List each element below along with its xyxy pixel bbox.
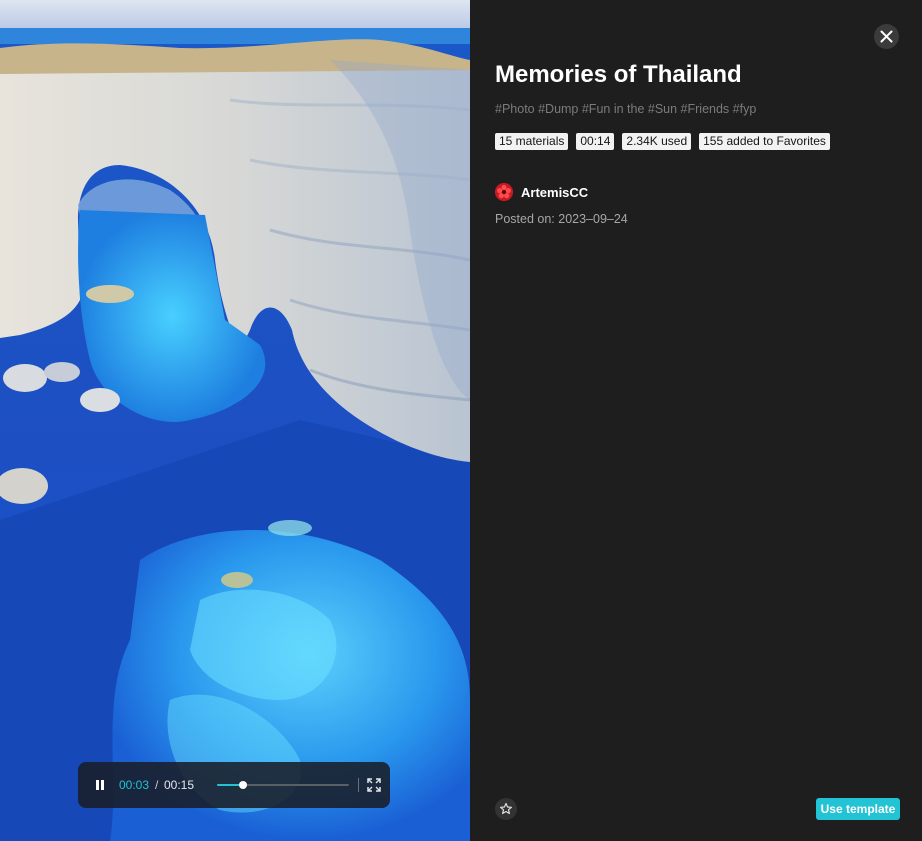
template-info-panel: Memories of Thailand #Photo #Dump #Fun i… <box>470 0 922 841</box>
use-template-button[interactable]: Use template <box>816 798 900 820</box>
progress-bar[interactable] <box>217 781 349 789</box>
current-time: 00:03 <box>119 778 150 792</box>
pause-icon[interactable] <box>94 778 106 792</box>
length-badge: 00:14 <box>576 133 615 150</box>
template-title: Memories of Thailand <box>495 61 742 88</box>
controls-divider <box>358 778 359 792</box>
close-button[interactable] <box>874 24 899 49</box>
close-icon <box>880 30 893 43</box>
author-row: ArtemisCC <box>495 182 588 202</box>
duration: 00:15 <box>164 778 195 792</box>
posted-date: Posted on: 2023–09–24 <box>495 212 628 226</box>
video-frame-image <box>0 0 470 841</box>
usage-badge: 2.34K used <box>622 133 692 150</box>
favorites-badge: 155 added to Favorites <box>699 133 830 150</box>
video-preview[interactable]: 00:03 / 00:15 <box>0 0 470 841</box>
time-separator: / <box>155 778 159 792</box>
favorite-button[interactable] <box>495 798 517 820</box>
video-player-controls: 00:03 / 00:15 <box>78 762 390 808</box>
author-name[interactable]: ArtemisCC <box>521 185 588 200</box>
progress-handle[interactable] <box>239 781 248 789</box>
materials-badge: 15 materials <box>495 133 569 150</box>
star-icon <box>500 802 512 815</box>
red-flower-avatar-icon <box>495 183 513 201</box>
avatar[interactable] <box>495 183 513 201</box>
fullscreen-icon[interactable] <box>366 777 382 793</box>
template-stats: 15 materials 00:14 2.34K used 155 added … <box>495 133 830 150</box>
template-preview-dialog: 00:03 / 00:15 Memories of Thailand #Phot… <box>0 0 922 841</box>
template-tags: #Photo #Dump #Fun in the #Sun #Friends #… <box>495 102 757 116</box>
